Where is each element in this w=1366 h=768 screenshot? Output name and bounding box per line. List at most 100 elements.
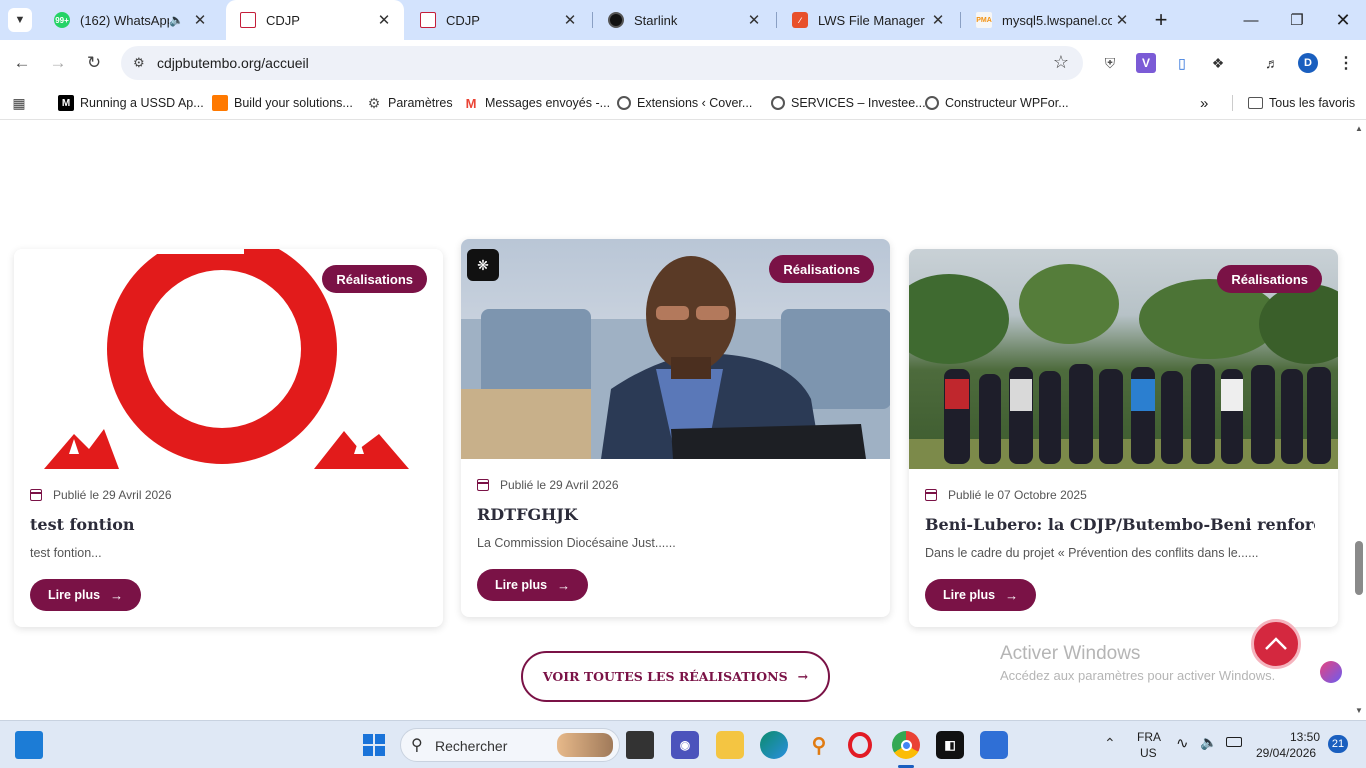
taskbar-search[interactable]: ⚲ Rechercher — [400, 728, 620, 762]
tab-whatsapp[interactable]: 99+ (162) WhatsApp Busi 🔈 ✕ — [40, 0, 220, 40]
card-excerpt: La Commission Diocésaine Just...... — [477, 536, 676, 550]
task-view-icon[interactable] — [626, 731, 654, 759]
close-icon[interactable]: ✕ — [1112, 11, 1132, 29]
minimize-button[interactable]: — — [1228, 0, 1274, 40]
date-text: Publié le 29 Avril 2026 — [53, 488, 172, 502]
back-button[interactable]: ← — [9, 50, 35, 76]
start-button[interactable] — [360, 731, 388, 759]
clock-date[interactable]: 29/04/2026 — [1256, 746, 1316, 760]
card-title[interactable]: Beni-Lubero: la CDJP/Butembo-Beni renfor… — [925, 515, 1315, 534]
chrome-icon[interactable] — [892, 731, 920, 759]
card-excerpt: Dans le cadre du projet « Prévention des… — [925, 546, 1259, 560]
orange-icon — [212, 95, 228, 111]
category-badge[interactable]: Réalisations — [769, 255, 874, 283]
tab-lws[interactable]: ∕ LWS File Manager by ✕ — [778, 0, 958, 40]
category-badge[interactable]: Réalisations — [322, 265, 427, 293]
chevron-down-icon: ▼ — [14, 14, 26, 26]
tab-phpmyadmin[interactable]: PMA mysql5.lwspanel.com ✕ — [962, 0, 1142, 40]
scroll-up-arrow-icon[interactable]: ▲ — [1355, 124, 1363, 133]
close-icon[interactable]: ✕ — [744, 11, 764, 29]
medium-icon: M — [58, 95, 74, 111]
bookmark-item[interactable]: SERVICES – Investee... — [771, 93, 926, 113]
calendar-icon — [925, 489, 937, 501]
card-image-speaker[interactable]: ❋ Réalisations — [461, 239, 890, 459]
search-app-icon[interactable]: ⚲ — [805, 731, 833, 759]
media-control-icon[interactable]: ♬ — [1262, 53, 1282, 73]
card-image-group[interactable]: Réalisations — [909, 249, 1338, 469]
read-more-button[interactable]: Lire plus → — [477, 569, 589, 601]
file-explorer-icon[interactable] — [716, 731, 744, 759]
edge-icon[interactable] — [760, 731, 788, 759]
bookmark-item[interactable]: Build your solutions... — [212, 93, 353, 113]
close-icon[interactable]: ✕ — [560, 11, 580, 29]
page-content: Réalisations Publié le 29 Avril 2026 tes… — [0, 121, 1352, 719]
new-tab-button[interactable]: + — [1148, 7, 1174, 32]
star-icon[interactable]: ☆ — [1053, 52, 1069, 73]
card-date: Publié le 29 Avril 2026 — [30, 488, 172, 502]
tab-cdjp[interactable]: CDJP ✕ — [406, 0, 590, 40]
brain-widget-icon[interactable] — [1320, 661, 1342, 683]
category-badge[interactable]: Réalisations — [1217, 265, 1322, 293]
search-placeholder: Rechercher — [435, 738, 508, 754]
close-icon[interactable]: ✕ — [374, 11, 394, 29]
browser-toolbar: ← → ↻ ⚙ cdjpbutembo.org/accueil ☆ ⛨ V ▯ … — [0, 40, 1366, 86]
card-title[interactable]: RDTFGHJK — [477, 505, 867, 524]
all-bookmarks-button[interactable]: Tous les favoris — [1248, 93, 1355, 113]
url-text[interactable]: cdjpbutembo.org/accueil — [157, 55, 309, 71]
windows-activation-text: Accédez aux paramètres pour activer Wind… — [1000, 668, 1276, 683]
notification-badge[interactable]: 21 — [1328, 735, 1348, 753]
language-line-1[interactable]: FRA — [1137, 730, 1161, 744]
forward-button[interactable]: → — [45, 50, 71, 76]
clipboard-extension-icon[interactable]: ▯ — [1172, 53, 1192, 73]
card-title[interactable]: test fontion — [30, 515, 420, 534]
all-bookmarks-label: Tous les favoris — [1269, 96, 1356, 110]
date-text: Publié le 29 Avril 2026 — [500, 478, 619, 492]
apps-button[interactable]: ▦ — [11, 93, 33, 113]
reload-button[interactable]: ↻ — [81, 50, 107, 76]
view-all-button[interactable]: VOIR TOUTES LES RÉALISATIONS → — [521, 651, 830, 702]
close-icon[interactable]: ✕ — [928, 11, 948, 29]
bookmark-item[interactable]: M Running a USSD Ap... — [58, 93, 204, 113]
close-icon[interactable]: ✕ — [190, 11, 210, 29]
puzzle-extensions-icon[interactable]: ❖ — [1208, 53, 1228, 73]
widgets-icon[interactable] — [15, 731, 43, 759]
scroll-down-arrow-icon[interactable]: ▼ — [1355, 706, 1363, 715]
arrow-right-icon: → — [557, 577, 571, 593]
tab-search-button[interactable]: ▼ — [8, 8, 32, 32]
notepad-icon[interactable] — [980, 731, 1008, 759]
opera-icon[interactable] — [848, 732, 872, 758]
shield-extension-icon[interactable]: ⛨ — [1100, 53, 1120, 73]
bookmark-item[interactable]: Constructeur WPFor... — [925, 93, 1069, 113]
card-image-logo[interactable]: Réalisations — [14, 249, 443, 469]
menu-icon[interactable]: ⋮ — [1336, 53, 1356, 73]
v-extension-icon[interactable]: V — [1136, 53, 1156, 73]
close-window-button[interactable]: ✕ — [1320, 0, 1366, 40]
profile-avatar[interactable]: D — [1298, 53, 1318, 73]
bookmark-item[interactable]: M Messages envoyés -... — [463, 93, 610, 113]
address-bar[interactable]: ⚙ cdjpbutembo.org/accueil ☆ — [121, 46, 1083, 80]
tab-title: LWS File Manager by — [818, 12, 928, 28]
tab-cdjp-active[interactable]: CDJP ✕ — [226, 0, 404, 40]
chevron-up-icon[interactable]: ⌃ — [1104, 735, 1116, 752]
bookmark-label: Paramètres — [388, 96, 453, 110]
clock-time[interactable]: 13:50 — [1290, 730, 1320, 744]
scroll-to-top-button[interactable] — [1251, 619, 1301, 669]
read-more-button[interactable]: Lire plus → — [925, 579, 1037, 611]
bookmark-item[interactable]: ⚙ Paramètres — [366, 93, 453, 113]
more-bookmarks-button[interactable]: » — [1200, 93, 1208, 113]
news-card: ❋ Réalisations Publié le 29 Avril 2026 R… — [461, 239, 890, 617]
site-info-icon[interactable]: ⚙ — [133, 55, 145, 71]
read-more-button[interactable]: Lire plus → — [30, 579, 142, 611]
brain-icon[interactable]: ❋ — [467, 249, 499, 281]
teams-icon[interactable]: ◉ — [671, 731, 699, 759]
wifi-icon[interactable]: ∿ — [1176, 734, 1189, 752]
tab-starlink[interactable]: Starlink ✕ — [594, 0, 774, 40]
restore-button[interactable]: ❐ — [1274, 0, 1320, 40]
volume-icon[interactable]: 🔈 — [1200, 734, 1217, 751]
battery-icon[interactable] — [1226, 737, 1242, 747]
capcut-icon[interactable]: ◧ — [936, 731, 964, 759]
bookmark-item[interactable]: Extensions ‹ Cover... — [617, 93, 752, 113]
scrollbar-thumb[interactable] — [1355, 541, 1363, 595]
page-scrollbar[interactable]: ▲ ▼ — [1352, 121, 1366, 719]
language-line-2[interactable]: US — [1140, 746, 1157, 760]
